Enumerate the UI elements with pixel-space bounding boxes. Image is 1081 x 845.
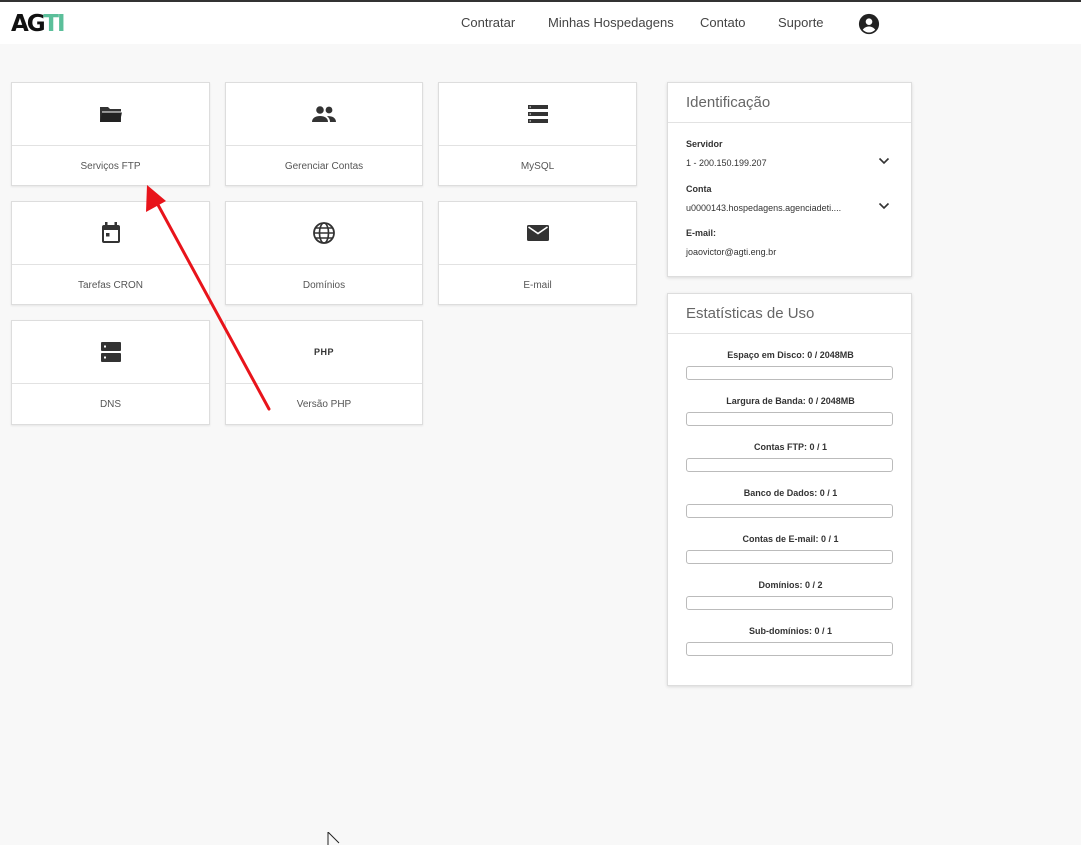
server-icon [100, 342, 121, 362]
nav-contratar[interactable]: Contratar [461, 15, 515, 30]
tile-tarefas-cron[interactable]: Tarefas CRON [11, 201, 210, 305]
tile-icon-area [12, 83, 209, 146]
nav-suporte[interactable]: Suporte [778, 15, 824, 30]
list-icon [527, 105, 548, 123]
tile-icon-area: PHP [226, 321, 422, 384]
mail-icon [526, 225, 549, 241]
globe-icon [313, 222, 335, 244]
identification-panel: Identificação Servidor 1 - 200.150.199.2… [667, 82, 912, 277]
tile-mysql[interactable]: MySQL [438, 82, 637, 186]
tile-dominios[interactable]: Domínios [225, 201, 423, 305]
nav-contato[interactable]: Contato [700, 15, 746, 30]
email-value: joaovictor@agti.eng.br [686, 247, 777, 257]
usage-stats-panel: Estatísticas de Uso Espaço em Disco: 0 /… [667, 293, 912, 686]
tile-label: Tarefas CRON [77, 279, 143, 291]
stat-label: Banco de Dados: 0 / 1 [743, 488, 838, 498]
tile-label: Gerenciar Contas [284, 160, 364, 172]
people-icon [312, 106, 336, 122]
logo-text-ag: AG [11, 11, 45, 37]
tile-label: E-mail [523, 279, 552, 291]
stat-label: Sub-domínios: 0 / 1 [748, 626, 832, 636]
stat-label: Contas de E-mail: 0 / 1 [742, 534, 839, 544]
tile-servicos-ftp[interactable]: Serviços FTP [11, 82, 210, 186]
mouse-cursor-icon [327, 832, 340, 845]
stat-progress-bar [686, 504, 893, 518]
tile-label: MySQL [520, 160, 555, 172]
stat-progress-bar [686, 366, 893, 380]
tile-icon-area [226, 83, 422, 146]
stat-progress-bar [686, 642, 893, 656]
logo-text-ti: TI [43, 11, 65, 37]
server-label: Servidor [686, 139, 723, 149]
identification-title: Identificação [668, 83, 911, 123]
email-label: E-mail: [686, 228, 717, 238]
stat-label: Contas FTP: 0 / 1 [753, 442, 827, 452]
account-label: Conta [686, 184, 712, 194]
folder-icon [99, 107, 122, 122]
server-chevron-down-icon[interactable] [878, 157, 890, 165]
nav-minhas-hospedagens[interactable]: Minhas Hospedagens [548, 15, 674, 30]
agti-logo[interactable]: AGTI [11, 11, 66, 37]
tile-icon-area [12, 202, 209, 265]
stat-label: Largura de Banda: 0 / 2048MB [726, 396, 855, 406]
server-select-value[interactable]: 1 - 200.150.199.207 [686, 158, 767, 168]
tile-dns[interactable]: DNS [11, 320, 210, 425]
calendar-icon [101, 222, 120, 243]
tile-icon-area [439, 83, 636, 146]
stat-progress-bar [686, 458, 893, 472]
top-bar: AGTI Contratar Minhas Hospedagens Contat… [0, 0, 1081, 44]
tile-label: DNS [99, 399, 122, 410]
php-icon: PHP [313, 347, 334, 357]
tile-icon-area [439, 202, 636, 265]
account-chevron-down-icon[interactable] [878, 202, 890, 210]
tile-gerenciar-contas[interactable]: Gerenciar Contas [225, 82, 423, 186]
tile-email[interactable]: E-mail [438, 201, 637, 305]
stat-progress-bar [686, 412, 893, 426]
stat-label: Domínios: 0 / 2 [758, 580, 823, 590]
stat-progress-bar [686, 596, 893, 610]
tile-icon-area [12, 321, 209, 384]
stat-label: Espaço em Disco: 0 / 2048MB [727, 350, 854, 360]
tile-label: Versão PHP [296, 399, 352, 410]
stat-progress-bar [686, 550, 893, 564]
tile-icon-area [226, 202, 422, 265]
tile-label: Serviços FTP [80, 160, 141, 172]
tile-versao-php[interactable]: PHP Versão PHP [225, 320, 423, 425]
tile-label: Domínios [302, 279, 346, 291]
account-circle-icon[interactable] [858, 13, 880, 35]
account-select-value[interactable]: u0000143.hospedagens.agenciadeti.... [686, 203, 841, 213]
usage-stats-title: Estatísticas de Uso [668, 294, 911, 334]
